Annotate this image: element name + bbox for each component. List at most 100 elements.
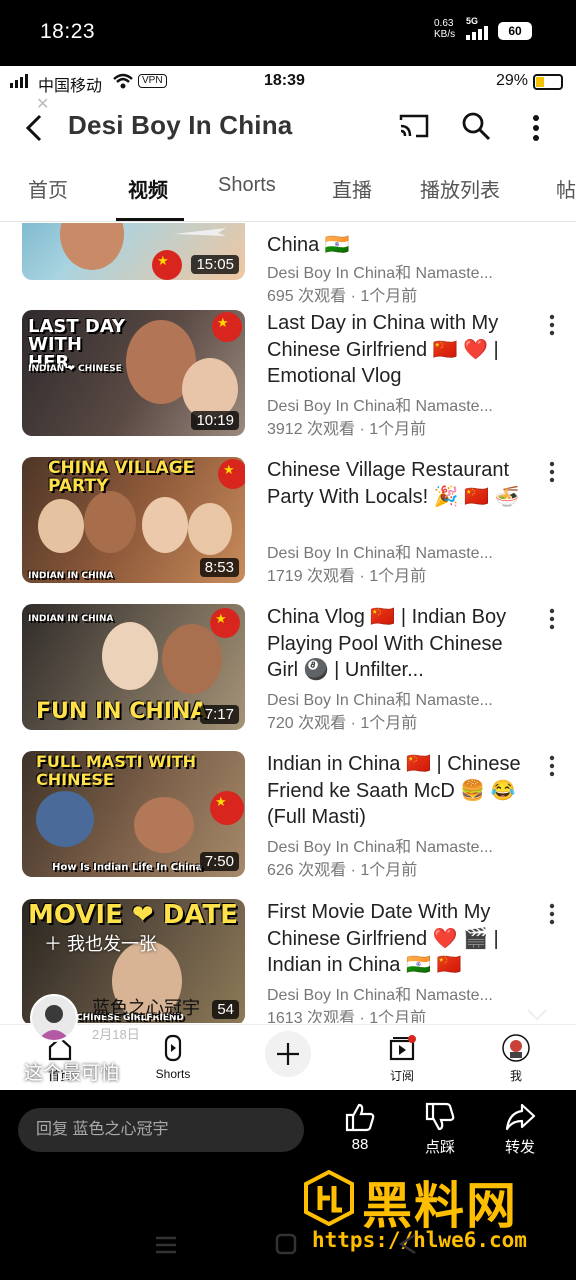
- tab-home[interactable]: 首页: [28, 174, 68, 203]
- search-icon[interactable]: [460, 110, 492, 142]
- thumbnail-face: [38, 499, 84, 553]
- video-stats: 695 次观看 · 1个月前: [267, 288, 418, 305]
- back-triangle-icon[interactable]: [396, 1232, 420, 1256]
- more-vert-icon[interactable]: [544, 606, 560, 632]
- thumbnail-subtext: INDIAN IN CHINA: [28, 571, 114, 581]
- video-title[interactable]: Indian in China 🇨🇳 | Chinese Friend ke S…: [267, 751, 537, 831]
- cast-icon[interactable]: [398, 112, 430, 140]
- profile-avatar-icon: [502, 1034, 530, 1062]
- channel-header: ✕ Desi Boy In China: [0, 96, 576, 156]
- chevron-down-icon[interactable]: [526, 1008, 548, 1022]
- video-thumbnail[interactable]: CHINA VILLAGE PARTY INDIAN IN CHINA 8:53: [22, 457, 245, 583]
- video-item[interactable]: MOVIE ❤ DATE CHINESE GIRLFRIEND 54 First…: [0, 899, 576, 1023]
- wifi-icon: [113, 73, 133, 89]
- tab-videos[interactable]: 视频: [128, 174, 168, 203]
- signal-icon: [466, 26, 488, 40]
- video-title[interactable]: China 🇮🇳: [267, 232, 537, 260]
- share-arrow-icon: [505, 1103, 536, 1131]
- post-similar-button[interactable]: ＋ 我也发一张: [44, 930, 157, 956]
- thumbnail-subtext: INDIAN IN CHINA: [28, 614, 114, 624]
- thumbnail-text: FULL MASTI WITH CHINESE: [36, 752, 197, 789]
- video-thumbnail[interactable]: FULL MASTI WITH CHINESE How Is Indian Li…: [22, 751, 245, 877]
- post-username[interactable]: 蓝色之心冠宇: [92, 994, 200, 1020]
- video-channel: Desi Boy In China和 Namaste...: [267, 398, 493, 415]
- inner-battery-icon: [533, 74, 563, 90]
- nav-create[interactable]: [248, 1029, 328, 1079]
- tab-posts[interactable]: 帖: [556, 174, 576, 203]
- video-duration: 54: [212, 1000, 239, 1019]
- tab-live[interactable]: 直播: [332, 174, 372, 203]
- video-duration: 10:19: [191, 411, 239, 430]
- video-duration: 7:17: [199, 705, 239, 724]
- video-item[interactable]: INDIAN IN CHINA FUN IN CHINA 7:17 China …: [0, 604, 576, 734]
- post-date: 2月18日: [92, 1027, 140, 1042]
- video-channel: Desi Boy In China和 Namaste...: [267, 692, 493, 709]
- thumbnail-face: [36, 791, 94, 847]
- china-flag-icon: [212, 312, 242, 342]
- video-channel: Desi Boy In China和 Namaste...: [267, 265, 493, 282]
- post-caption: 这个最可怕: [24, 1063, 120, 1084]
- video-thumbnail[interactable]: 15:05: [22, 223, 245, 280]
- net-speed: 0.63 KB/s: [434, 18, 456, 40]
- more-vert-icon[interactable]: [544, 312, 560, 338]
- thumbnail-face: [84, 491, 136, 553]
- china-flag-icon: [152, 250, 182, 280]
- thumbs-up-icon: [345, 1103, 375, 1132]
- thumbnail-text: CHINA VILLAGE PARTY: [48, 458, 195, 496]
- back-arrow-icon[interactable]: [18, 108, 48, 148]
- system-nav-bar: [0, 1226, 576, 1280]
- thumbnail-subtext: INDIAN ❤ CHINESE: [28, 364, 122, 374]
- home-square-icon[interactable]: [274, 1232, 298, 1256]
- nav-you[interactable]: 我: [476, 1033, 556, 1084]
- video-item[interactable]: 15:05 China 🇮🇳 Desi Boy In China和 Namast…: [0, 223, 576, 305]
- video-title[interactable]: Chinese Village Restaurant Party With Lo…: [267, 457, 537, 510]
- video-stats: 626 次观看 · 1个月前: [267, 862, 418, 879]
- battery-percent: 29%: [496, 72, 529, 89]
- inner-clock: 18:39: [264, 72, 305, 89]
- menu-icon[interactable]: [154, 1234, 178, 1256]
- create-plus-icon: [265, 1031, 311, 1077]
- post-action-bar: 回复 蓝色之心冠宇 88 点踩 转发: [0, 1090, 576, 1172]
- nav-subscriptions[interactable]: 订阅: [362, 1033, 442, 1084]
- like-button[interactable]: 88: [330, 1102, 390, 1153]
- video-title[interactable]: First Movie Date With My Chinese Girlfri…: [267, 899, 537, 979]
- video-channel: Desi Boy In China和 Namaste...: [267, 987, 493, 1004]
- video-item[interactable]: FULL MASTI WITH CHINESE How Is Indian Li…: [0, 751, 576, 881]
- video-channel: Desi Boy In China和 Namaste...: [267, 839, 493, 856]
- video-title[interactable]: Last Day in China with My Chinese Girlfr…: [267, 310, 537, 390]
- nav-shorts[interactable]: Shorts: [133, 1033, 213, 1081]
- thumbnail-face: [102, 622, 158, 690]
- subscriptions-icon: [389, 1035, 416, 1061]
- video-stats: 1613 次观看 · 1个月前: [267, 1010, 427, 1023]
- inner-status-bar: 中国移动 VPN 18:39 29%: [0, 66, 576, 98]
- video-thumbnail[interactable]: LAST DAY WITH HER INDIAN ❤ CHINESE 10:19: [22, 310, 245, 436]
- china-flag-icon: [218, 459, 245, 489]
- video-item[interactable]: CHINA VILLAGE PARTY INDIAN IN CHINA 8:53…: [0, 457, 576, 587]
- video-duration: 8:53: [199, 558, 239, 577]
- thumbnail-subtext: How Is Indian Life In China: [52, 862, 203, 873]
- more-vert-icon[interactable]: [544, 753, 560, 779]
- active-tab-indicator: [116, 218, 184, 221]
- more-vert-icon[interactable]: [544, 901, 560, 927]
- china-flag-icon: [210, 608, 240, 638]
- video-stats: 1719 次观看 · 1个月前: [267, 568, 427, 585]
- video-title[interactable]: China Vlog 🇨🇳 | Indian Boy Playing Pool …: [267, 604, 537, 684]
- more-vert-icon[interactable]: [544, 459, 560, 485]
- outer-clock: 18:23: [40, 20, 96, 43]
- more-vert-icon[interactable]: [524, 108, 548, 148]
- thumbnail-text: MOVIE ❤ DATE: [28, 900, 238, 930]
- tab-playlists[interactable]: 播放列表: [420, 174, 500, 203]
- video-stats: 720 次观看 · 1个月前: [267, 715, 418, 732]
- avatar[interactable]: [30, 994, 78, 1042]
- video-item[interactable]: LAST DAY WITH HER INDIAN ❤ CHINESE 10:19…: [0, 310, 576, 440]
- battery-icon: 60: [498, 22, 532, 40]
- video-list: 15:05 China 🇮🇳 Desi Boy In China和 Namast…: [0, 223, 576, 1023]
- reply-input[interactable]: 回复 蓝色之心冠宇: [18, 1108, 304, 1152]
- video-stats: 3912 次观看 · 1个月前: [267, 421, 427, 438]
- thumbnail-face: [134, 797, 194, 853]
- dislike-button[interactable]: 点踩: [410, 1102, 470, 1157]
- tab-shorts[interactable]: Shorts: [218, 174, 276, 197]
- airplane-icon: [174, 228, 226, 236]
- video-thumbnail[interactable]: INDIAN IN CHINA FUN IN CHINA 7:17: [22, 604, 245, 730]
- share-button[interactable]: 转发: [490, 1102, 550, 1157]
